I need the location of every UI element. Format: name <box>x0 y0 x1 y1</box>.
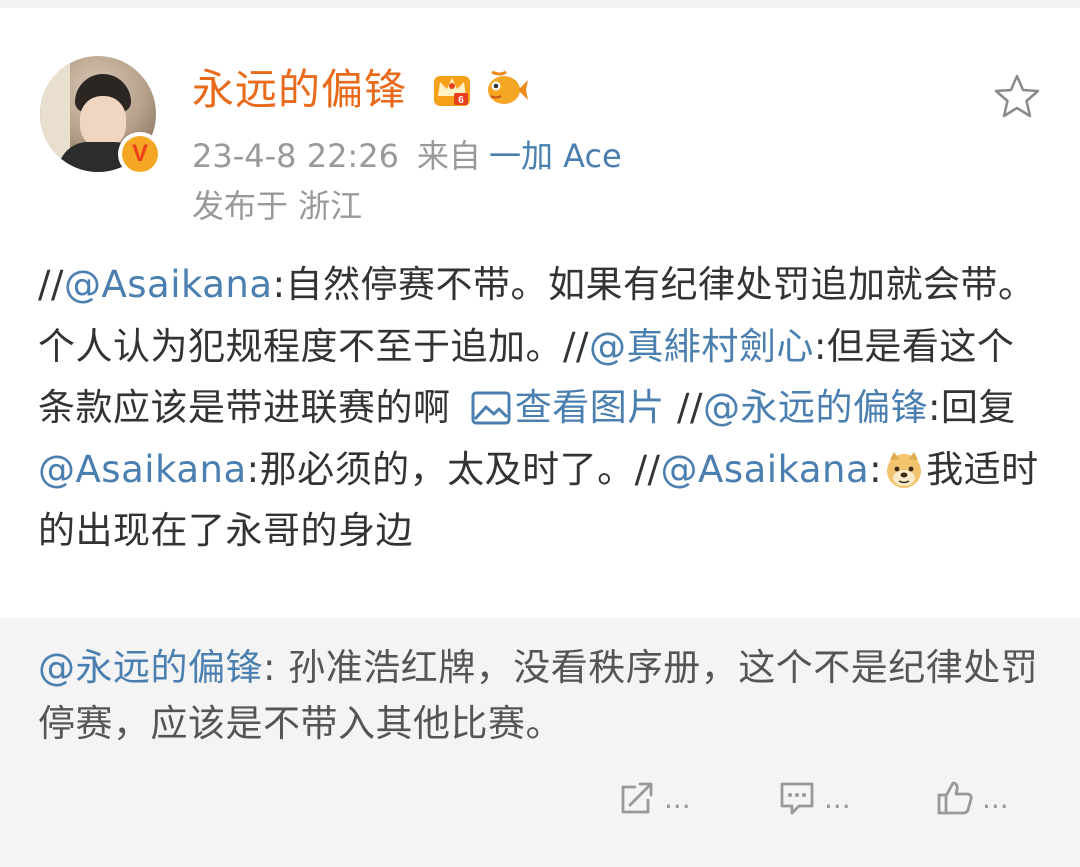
device-link[interactable]: 一加 Ace <box>489 137 622 175</box>
svg-text:6: 6 <box>458 95 464 106</box>
mention-link[interactable]: @永远的偏锋 <box>703 386 928 429</box>
original-post-text: @永远的偏锋: 孙准浩红牌，没看秩序册，这个不是纪律处罚停赛，应该是不带入其他比… <box>38 640 1042 752</box>
verified-badge-letter: V <box>131 140 148 167</box>
original-author-mention[interactable]: @永远的偏锋 <box>38 646 263 689</box>
mention-link[interactable]: @Asaikana <box>38 448 247 491</box>
weibo-post: V 永远的偏锋 6 23-4-8 22:26 来自 一加 Ace 发布于 浙江 //… <box>0 8 1080 618</box>
content-text: // <box>38 263 64 306</box>
mention-link[interactable]: @Asaikana <box>64 263 273 306</box>
top-divider <box>0 0 1080 8</box>
doge-emoji-icon <box>887 451 922 488</box>
verified-badge-icon: V <box>118 132 162 176</box>
post-time: 23-4-8 22:26 <box>192 137 399 175</box>
username[interactable]: 永远的偏锋 <box>192 64 407 116</box>
like-count: ... <box>982 781 1009 815</box>
content-text: :回复 <box>927 386 1016 429</box>
content-text: : <box>869 447 883 491</box>
comment-count: ... <box>824 781 851 815</box>
post-location: 发布于 浙江 <box>192 187 363 225</box>
crown-badge-icon[interactable]: 6 <box>430 66 474 110</box>
content-text: // <box>664 386 703 429</box>
repost-button[interactable]: ... <box>618 768 691 828</box>
view-image-link[interactable]: 查看图片 <box>515 386 665 429</box>
original-actions: ... ... ... <box>0 768 1080 828</box>
post-content: //@Asaikana:自然停赛不带。如果有纪律处罚追加就会带。个人认为犯规程度… <box>38 254 1042 562</box>
fish-badge-icon[interactable] <box>482 68 528 108</box>
post-meta: 23-4-8 22:26 来自 一加 Ace <box>192 136 622 176</box>
content-text: :那必须的，太及时了。// <box>246 447 661 491</box>
repost-count: ... <box>664 781 691 815</box>
repost-icon <box>621 782 653 814</box>
original-post[interactable]: @永远的偏锋: 孙准浩红牌，没看秩序册，这个不是纪律处罚停赛，应该是不带入其他比… <box>0 618 1080 867</box>
mention-link[interactable]: @Asaikana <box>661 448 870 491</box>
like-icon <box>937 781 973 815</box>
comment-icon <box>780 782 814 815</box>
source-prefix: 来自 <box>416 137 481 175</box>
like-button[interactable]: ... <box>936 768 1009 828</box>
image-icon[interactable] <box>471 391 511 425</box>
comment-button[interactable]: ... <box>778 768 851 828</box>
star-outline-icon[interactable] <box>992 72 1042 122</box>
mention-link[interactable]: @真緋村劍心 <box>589 325 814 368</box>
